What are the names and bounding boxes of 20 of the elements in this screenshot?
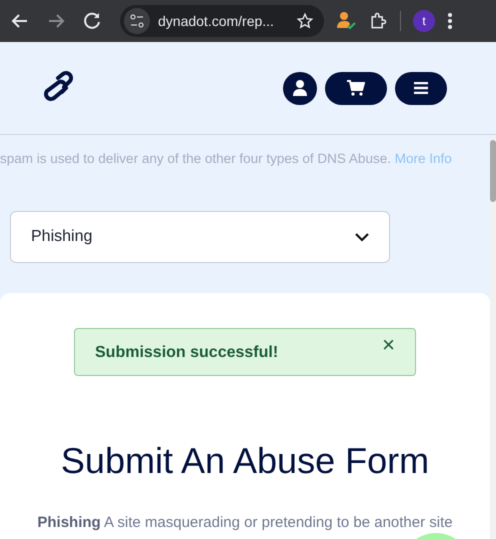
site-settings-icon[interactable] bbox=[124, 8, 150, 34]
user-icon bbox=[293, 80, 307, 96]
close-alert-button[interactable]: × bbox=[382, 333, 395, 357]
profile-avatar[interactable]: t bbox=[413, 10, 435, 32]
profile-check-icon[interactable] bbox=[336, 11, 356, 31]
dns-abuse-description: spam is used to deliver any of the other four types of DNS Abuse. More Info bbox=[0, 150, 453, 168]
account-button[interactable] bbox=[283, 72, 317, 104]
page-title: Submit An Abuse Form bbox=[60, 440, 430, 482]
alert-message: Submission successful! bbox=[95, 344, 278, 362]
cart-icon bbox=[347, 80, 365, 96]
cart-button[interactable] bbox=[325, 72, 387, 104]
chevron-down-icon bbox=[355, 232, 369, 242]
abuse-type-dropdown[interactable]: Phishing bbox=[10, 211, 390, 263]
bookmark-star-icon[interactable] bbox=[296, 12, 314, 30]
menu-button[interactable] bbox=[395, 72, 447, 104]
scrollbar-thumb[interactable] bbox=[490, 140, 496, 202]
address-bar[interactable]: dynadot.com/rep... bbox=[120, 5, 324, 37]
abuse-type-description: Phishing A site masquerading or pretending to be another site bbox=[37, 514, 453, 531]
hamburger-menu-icon bbox=[414, 82, 428, 94]
menu-icon[interactable] bbox=[447, 12, 453, 30]
